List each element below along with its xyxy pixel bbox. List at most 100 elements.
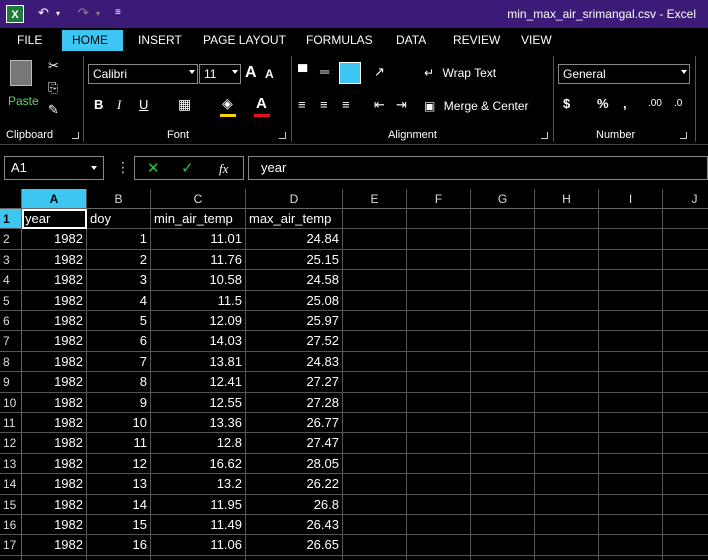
data-cell[interactable]: [535, 331, 599, 352]
data-cell[interactable]: [535, 555, 599, 560]
data-cell[interactable]: [471, 494, 535, 515]
data-cell[interactable]: [663, 454, 708, 475]
data-cell[interactable]: [599, 372, 663, 393]
data-cell[interactable]: [663, 535, 708, 556]
data-cell[interactable]: [471, 453, 535, 475]
data-cell[interactable]: [535, 494, 599, 515]
data-cell[interactable]: 6: [87, 331, 151, 352]
data-cell[interactable]: 25.97: [246, 555, 343, 560]
data-cell[interactable]: [343, 331, 407, 352]
data-cell[interactable]: [599, 392, 663, 413]
column-header-a[interactable]: A: [22, 189, 87, 209]
data-cell[interactable]: [343, 229, 407, 250]
row-header-2[interactable]: 2: [0, 229, 22, 250]
data-cell[interactable]: [599, 229, 663, 250]
data-cell[interactable]: [343, 351, 407, 373]
data-cell[interactable]: 12: [87, 453, 151, 475]
tab-formulas[interactable]: FORMULAS: [296, 30, 383, 51]
decrease-font-icon[interactable]: A: [265, 67, 274, 81]
row-header-5[interactable]: 5: [0, 290, 22, 311]
data-cell[interactable]: [599, 535, 663, 556]
select-all-corner[interactable]: [0, 189, 22, 209]
data-cell[interactable]: 25.97: [246, 311, 343, 332]
data-cell[interactable]: [343, 555, 407, 560]
column-header-f[interactable]: F: [407, 189, 471, 209]
data-cell[interactable]: [407, 372, 471, 393]
header-cell[interactable]: [535, 209, 599, 230]
data-cell[interactable]: [535, 249, 599, 271]
data-cell[interactable]: [535, 433, 599, 454]
merge-center-button[interactable]: ▣ Merge & Center: [424, 97, 529, 117]
data-cell[interactable]: 1982: [22, 290, 87, 311]
data-cell[interactable]: [599, 331, 663, 352]
data-cell[interactable]: 1982: [22, 392, 87, 413]
customize-toolbar-icon[interactable]: ≡: [115, 7, 121, 18]
data-cell[interactable]: [343, 249, 407, 271]
data-cell[interactable]: [343, 535, 407, 556]
column-header-c[interactable]: C: [151, 189, 246, 209]
row-header-9[interactable]: 9: [0, 372, 22, 393]
increase-decimal-icon[interactable]: .00: [648, 98, 662, 109]
data-cell[interactable]: 1982: [22, 311, 87, 332]
data-cell[interactable]: [599, 494, 663, 515]
font-name-select[interactable]: Calibri: [88, 64, 198, 84]
italic-button[interactable]: I: [117, 97, 121, 113]
data-cell[interactable]: [407, 433, 471, 454]
data-cell[interactable]: 11: [87, 433, 151, 454]
font-launcher-icon[interactable]: [279, 132, 286, 139]
data-cell[interactable]: 26.43: [246, 515, 343, 536]
data-cell[interactable]: [407, 535, 471, 556]
data-cell[interactable]: [407, 392, 471, 413]
data-cell[interactable]: 1982: [22, 229, 87, 250]
column-header-h[interactable]: H: [535, 189, 599, 209]
cut-icon[interactable]: ✂: [48, 58, 59, 74]
data-cell[interactable]: 27.52: [246, 331, 343, 352]
font-color-icon[interactable]: A: [256, 95, 267, 112]
data-cell[interactable]: [343, 270, 407, 291]
align-middle-icon[interactable]: ═: [320, 64, 329, 79]
data-cell[interactable]: [599, 433, 663, 454]
data-cell[interactable]: 10: [87, 413, 151, 434]
data-cell[interactable]: 14.03: [151, 331, 246, 352]
comma-button[interactable]: ,: [623, 96, 627, 111]
tab-insert[interactable]: INSERT: [128, 30, 192, 51]
data-cell[interactable]: 1982: [22, 413, 87, 434]
column-header-b[interactable]: B: [87, 189, 151, 209]
data-cell[interactable]: 12.41: [151, 372, 246, 393]
data-cell[interactable]: 1982: [22, 535, 87, 556]
data-cell[interactable]: [599, 453, 663, 475]
tab-file[interactable]: FILE: [7, 30, 52, 51]
borders-icon[interactable]: ▦: [178, 96, 191, 113]
header-cell[interactable]: [407, 209, 471, 230]
data-cell[interactable]: [471, 290, 535, 311]
row-header-15[interactable]: 15: [0, 494, 22, 515]
header-cell[interactable]: [663, 209, 708, 230]
header-cell[interactable]: max_air_temp: [246, 209, 343, 230]
data-cell[interactable]: [663, 311, 708, 332]
data-cell[interactable]: [471, 413, 535, 434]
data-cell[interactable]: [663, 372, 708, 393]
data-cell[interactable]: [407, 413, 471, 434]
row-header-6[interactable]: 6: [0, 311, 22, 332]
data-cell[interactable]: 27.28: [246, 392, 343, 413]
header-cell[interactable]: [599, 209, 663, 230]
data-cell[interactable]: 1982: [22, 474, 87, 495]
data-cell[interactable]: 16.62: [151, 453, 246, 475]
more-options-icon[interactable]: ⋮: [116, 159, 130, 176]
data-cell[interactable]: 25.15: [246, 249, 343, 271]
data-cell[interactable]: [343, 413, 407, 434]
data-cell[interactable]: [343, 433, 407, 454]
data-cell[interactable]: [599, 249, 663, 271]
header-cell[interactable]: [343, 209, 407, 230]
data-cell[interactable]: [535, 229, 599, 250]
data-cell[interactable]: 15: [87, 515, 151, 536]
data-cell[interactable]: [535, 474, 599, 495]
row-header-12[interactable]: 12: [0, 433, 22, 454]
data-cell[interactable]: [663, 515, 708, 536]
data-cell[interactable]: 26.8: [246, 494, 343, 515]
column-header-i[interactable]: I: [599, 189, 663, 209]
alignment-launcher-icon[interactable]: [541, 132, 548, 139]
header-cell[interactable]: year: [22, 209, 87, 230]
tab-home[interactable]: HOME: [62, 30, 123, 51]
row-header-1[interactable]: 1: [0, 209, 22, 230]
